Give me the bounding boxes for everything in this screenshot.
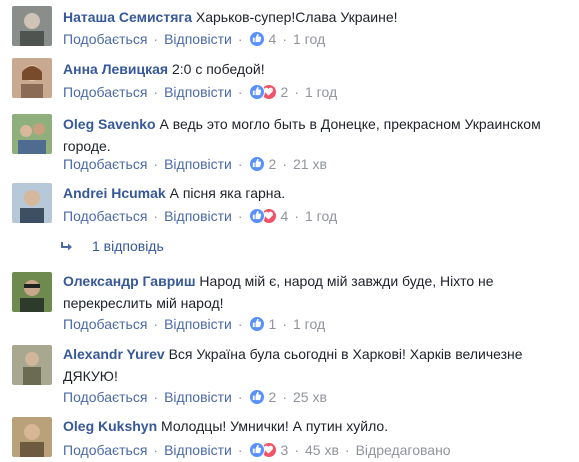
comment-text: А пісня яка гарна. xyxy=(169,185,286,201)
view-replies-link[interactable]: 1 відповідь xyxy=(60,236,164,256)
separator: · xyxy=(237,389,243,405)
separator: · xyxy=(237,156,243,172)
like-link[interactable]: Подобається xyxy=(63,82,147,102)
separator: · xyxy=(153,208,159,224)
reaction-count[interactable]: 2 xyxy=(269,154,277,174)
reply-link[interactable]: Відповісти xyxy=(164,154,232,174)
reactions[interactable] xyxy=(248,84,277,100)
comment-text: 2:0 с победой! xyxy=(171,61,265,77)
reply-arrow-icon xyxy=(61,242,72,251)
separator: · xyxy=(237,442,243,458)
comment-author[interactable]: Oleg Kukshyn xyxy=(63,418,157,434)
comment-actions: Подобається · Відповісти · 4 · 1 год xyxy=(63,29,325,49)
like-link[interactable]: Подобається xyxy=(63,29,147,49)
avatar[interactable] xyxy=(12,6,52,46)
reactions[interactable] xyxy=(248,156,265,172)
separator: · xyxy=(153,84,159,100)
like-reaction-icon xyxy=(248,316,265,332)
timestamp[interactable]: 1 год xyxy=(293,29,325,49)
reply-link[interactable]: Відповісти xyxy=(164,29,232,49)
reaction-count[interactable]: 4 xyxy=(281,206,289,226)
avatar[interactable] xyxy=(12,183,52,223)
replies-count[interactable]: 1 відповідь xyxy=(92,236,164,256)
reaction-count[interactable]: 2 xyxy=(281,82,289,102)
comment-text: Молодцы! Умнички! А путин хуйло. xyxy=(161,418,389,434)
separator: · xyxy=(294,208,299,224)
separator: · xyxy=(344,442,350,458)
separator: · xyxy=(153,389,159,405)
timestamp[interactable]: 1 год xyxy=(305,206,337,226)
reaction-count[interactable]: 1 xyxy=(269,314,277,334)
reactions[interactable] xyxy=(248,316,265,332)
separator: · xyxy=(282,316,287,332)
comment-text: Харьков-супер!Слава Украине! xyxy=(195,9,398,25)
separator: · xyxy=(237,316,243,332)
reactions[interactable] xyxy=(248,442,277,458)
reply-link[interactable]: Відповісти xyxy=(164,82,232,102)
reaction-count[interactable]: 2 xyxy=(269,387,277,407)
timestamp[interactable]: 25 хв xyxy=(293,387,327,407)
like-link[interactable]: Подобається xyxy=(63,314,147,334)
comment-author[interactable]: Oleg Savenko xyxy=(63,116,156,132)
avatar[interactable] xyxy=(12,345,52,385)
timestamp[interactable]: 1 год xyxy=(293,314,325,334)
like-link[interactable]: Подобається xyxy=(63,387,147,407)
comment-actions: Подобається · Відповісти · 4 · 1 год xyxy=(63,206,337,226)
reactions[interactable] xyxy=(248,208,277,224)
separator: · xyxy=(153,442,159,458)
comment-actions: Подобається · Відповісти · 2 · 1 год xyxy=(63,82,337,102)
separator: · xyxy=(294,442,299,458)
separator: · xyxy=(237,208,243,224)
separator: · xyxy=(294,84,299,100)
comment-actions: Подобається · Відповісти · 2 · 25 хв xyxy=(63,387,327,407)
comment-author[interactable]: Олександр Гавриш xyxy=(63,273,196,289)
reply-link[interactable]: Відповісти xyxy=(164,206,232,226)
like-reaction-icon xyxy=(248,442,265,458)
reply-link[interactable]: Відповісти xyxy=(164,387,232,407)
avatar[interactable] xyxy=(12,114,52,154)
timestamp[interactable]: 1 год xyxy=(305,82,337,102)
like-link[interactable]: Подобається xyxy=(63,154,147,174)
like-link[interactable]: Подобається xyxy=(63,206,147,226)
reply-link[interactable]: Відповісти xyxy=(164,440,232,460)
like-reaction-icon xyxy=(248,389,265,405)
comment-author[interactable]: Наташа Семистяга xyxy=(63,9,192,25)
separator: · xyxy=(153,316,159,332)
comment-author[interactable]: Alexandr Yurev xyxy=(63,346,165,362)
comment-author[interactable]: Andrei Hcumak xyxy=(63,185,166,201)
separator: · xyxy=(153,31,159,47)
like-reaction-icon xyxy=(248,156,265,172)
comment-author[interactable]: Анна Левицкая xyxy=(63,61,168,77)
timestamp[interactable]: 21 хв xyxy=(293,154,327,174)
separator: · xyxy=(282,31,287,47)
like-reaction-icon xyxy=(248,208,265,224)
separator: · xyxy=(282,389,287,405)
timestamp[interactable]: 45 хв xyxy=(305,440,339,460)
comment-actions: Подобається · Відповісти · 2 · 21 хв xyxy=(63,154,327,174)
avatar[interactable] xyxy=(12,58,52,98)
separator: · xyxy=(237,84,243,100)
reactions[interactable] xyxy=(248,31,265,47)
like-reaction-icon xyxy=(248,31,265,47)
separator: · xyxy=(153,156,159,172)
avatar[interactable] xyxy=(12,272,52,312)
like-link[interactable]: Подобається xyxy=(63,440,147,460)
avatar[interactable] xyxy=(12,417,52,457)
comment-actions: Подобається · Відповісти · 3 · 45 хв · В… xyxy=(63,440,451,460)
like-reaction-icon xyxy=(248,84,265,100)
reactions[interactable] xyxy=(248,389,265,405)
separator: · xyxy=(237,31,243,47)
edited-label[interactable]: Відредаговано xyxy=(356,440,451,460)
reaction-count[interactable]: 3 xyxy=(281,440,289,460)
reaction-count[interactable]: 4 xyxy=(269,29,277,49)
separator: · xyxy=(282,156,287,172)
comment-actions: Подобається · Відповісти · 1 · 1 год xyxy=(63,314,325,334)
reply-link[interactable]: Відповісти xyxy=(164,314,232,334)
